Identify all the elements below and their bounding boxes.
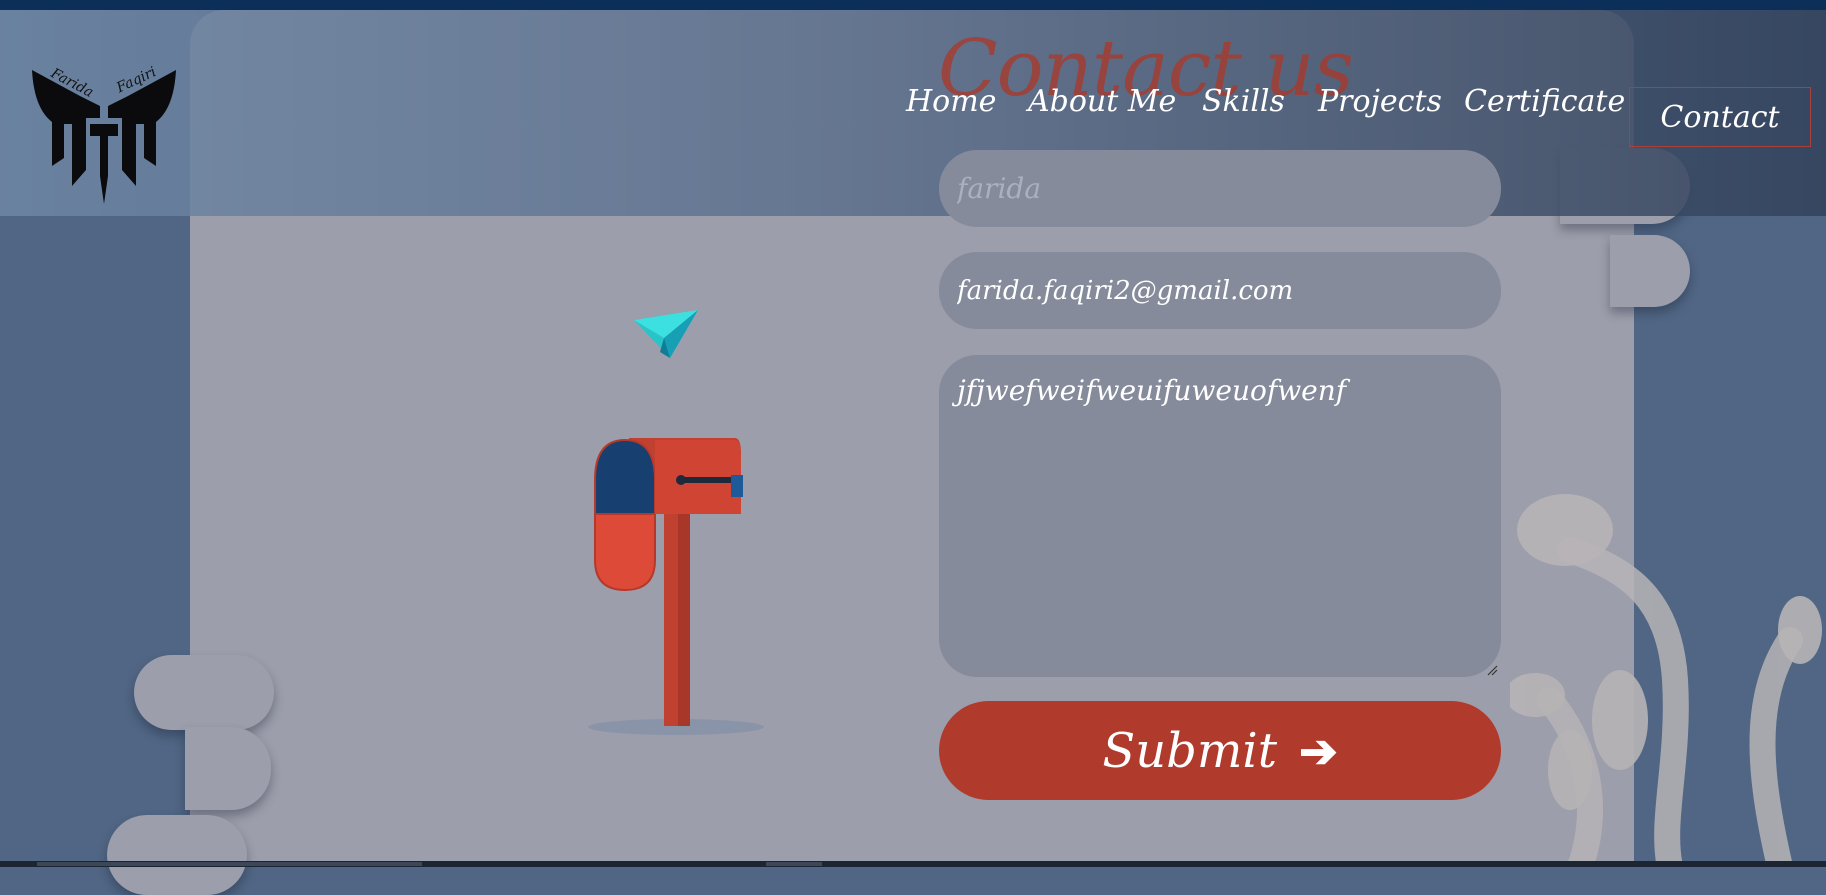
paper-plane-icon xyxy=(634,310,698,358)
name-field[interactable] xyxy=(939,150,1501,227)
nav-projects[interactable]: Projects xyxy=(1318,84,1442,119)
arrow-right-icon: ➔ xyxy=(1299,723,1338,778)
email-field[interactable] xyxy=(939,252,1501,329)
submit-button[interactable]: Submit ➔ xyxy=(939,701,1501,800)
decor-blob xyxy=(107,815,247,895)
message-field[interactable]: jfjwefweifweuifuweuofwenf xyxy=(939,355,1501,677)
nav-contact[interactable]: Contact xyxy=(1629,87,1811,147)
resize-handle-icon[interactable] xyxy=(1486,664,1498,676)
plant-decoration xyxy=(1510,494,1822,867)
submit-label: Submit xyxy=(1102,722,1278,779)
decor-blob xyxy=(185,727,271,810)
bottom-scrollbar[interactable] xyxy=(0,861,1826,867)
decor-blob xyxy=(1610,235,1690,307)
top-border xyxy=(0,0,1826,10)
nav-certificate[interactable]: Certificate xyxy=(1464,84,1625,119)
nav-about-me[interactable]: About Me xyxy=(1028,84,1176,119)
nav-skills[interactable]: Skills xyxy=(1202,84,1285,119)
decor-blob xyxy=(134,655,274,730)
scrollbar-segment xyxy=(766,862,822,866)
scrollbar-segment xyxy=(37,862,422,866)
ff-wings-logo[interactable]: Farida Faqiri xyxy=(28,58,180,204)
mailbox-icon xyxy=(588,438,764,735)
nav-home[interactable]: Home xyxy=(906,84,996,119)
